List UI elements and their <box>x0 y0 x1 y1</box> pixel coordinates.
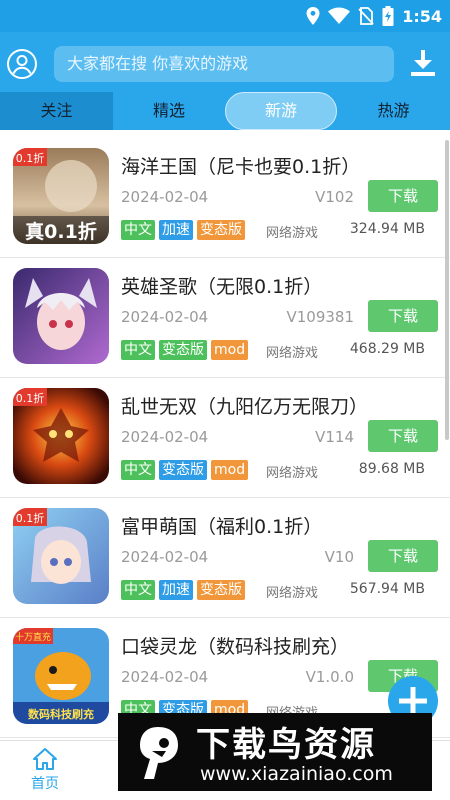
game-title[interactable]: 口袋灵龙（数码科技刷充） <box>121 632 349 659</box>
file-size: 567.94 MB <box>349 581 425 597</box>
game-category: 网络游戏 <box>266 586 319 601</box>
tag-badge: 中文 <box>121 580 155 600</box>
status-time: 1:54 <box>402 6 442 26</box>
game-title[interactable]: 英雄圣歌（无限0.1折） <box>121 272 322 299</box>
watermark-title: 下载鸟资源 <box>196 725 376 765</box>
game-icon[interactable] <box>13 268 109 364</box>
release-date: 2024-02-04 <box>121 668 209 686</box>
nav-home-label: 首页 <box>31 776 59 792</box>
game-title[interactable]: 富甲萌国（福利0.1折） <box>121 512 322 539</box>
download-button[interactable]: 下载 <box>368 540 438 572</box>
game-icon[interactable]: 0.1折 真0.1折 <box>13 148 109 244</box>
bird-logo-icon <box>140 727 178 779</box>
tag-badge: mod <box>211 460 249 480</box>
list-scrollbar[interactable] <box>445 140 449 440</box>
battery-charging-icon <box>382 6 394 26</box>
game-icon[interactable]: 十万直充 数码科技刷充 <box>13 628 109 724</box>
game-title[interactable]: 乱世无双（九阳亿万无限刀） <box>121 392 368 419</box>
download-icon[interactable] <box>410 49 436 77</box>
no-sim-icon <box>358 7 374 25</box>
icon-text: 数码科技刷充 <box>28 707 94 721</box>
release-date: 2024-02-04 <box>121 548 209 566</box>
game-list-item[interactable]: 英雄圣歌（无限0.1折） 2024-02-04 V109381 下载 中文 变态… <box>0 258 450 378</box>
game-icon[interactable]: 0.1折 <box>13 508 109 604</box>
tag-badge: 加速 <box>159 580 193 600</box>
download-button[interactable]: 下载 <box>368 180 438 212</box>
download-button[interactable]: 下载 <box>368 420 438 452</box>
tag-badge: 中文 <box>121 220 155 240</box>
game-list-item[interactable]: 0.1折 真0.1折 海洋王国（尼卡也要0.1折） 2024-02-04 V10… <box>0 138 450 258</box>
icon-badge: 0.1折 <box>16 391 45 405</box>
tag-badge: mod <box>211 340 249 360</box>
game-title[interactable]: 海洋王国（尼卡也要0.1折） <box>121 152 360 179</box>
game-list: 0.1折 真0.1折 海洋王国（尼卡也要0.1折） 2024-02-04 V10… <box>0 138 450 740</box>
game-version: V114 <box>315 428 354 446</box>
watermark-url: www.xiazainiao.com <box>200 763 393 785</box>
game-version: V1.0.0 <box>305 668 354 686</box>
home-icon <box>33 748 57 770</box>
tab-follow[interactable]: 关注 <box>0 92 113 130</box>
tag-badge: 中文 <box>121 340 155 360</box>
file-size: 468.29 MB <box>349 341 425 357</box>
game-version: V10 <box>324 548 354 566</box>
tag-badge: 变态版 <box>159 340 207 360</box>
watermark-banner: 下载鸟资源 www.xiazainiao.com <box>118 713 432 791</box>
status-bar: 1:54 <box>0 0 450 32</box>
tag-badge: 变态版 <box>159 460 207 480</box>
tag-list: 中文 变态版 mod <box>121 460 249 480</box>
top-header: 大家都在搜 你喜欢的游戏 <box>0 32 450 92</box>
download-button[interactable]: 下载 <box>368 300 438 332</box>
tab-new-games-label: 新游 <box>225 92 337 130</box>
icon-badge: 0.1折 <box>16 151 45 165</box>
file-size: 89.68 MB <box>358 461 425 477</box>
game-category: 网络游戏 <box>266 466 319 481</box>
release-date: 2024-02-04 <box>121 188 209 206</box>
icon-text: 真0.1折 <box>25 220 97 243</box>
game-icon[interactable]: 0.1折 <box>13 388 109 484</box>
release-date: 2024-02-04 <box>121 428 209 446</box>
game-category: 网络游戏 <box>266 226 319 241</box>
tag-list: 中文 变态版 mod <box>121 340 249 360</box>
game-category: 网络游戏 <box>266 346 319 361</box>
wifi-icon <box>328 7 351 24</box>
tag-badge: 变态版 <box>197 220 245 240</box>
release-date: 2024-02-04 <box>121 308 209 326</box>
tag-badge: 加速 <box>159 220 193 240</box>
tab-featured[interactable]: 精选 <box>113 92 225 130</box>
game-list-item[interactable]: 0.1折 富甲萌国（福利0.1折） 2024-02-04 V10 下载 中文 加… <box>0 498 450 618</box>
user-icon[interactable] <box>6 48 38 80</box>
icon-badge: 0.1折 <box>16 511 45 525</box>
search-input[interactable]: 大家都在搜 你喜欢的游戏 <box>54 46 394 82</box>
status-icons: 1:54 <box>306 5 442 27</box>
tab-hot-games[interactable]: 热游 <box>337 92 450 130</box>
tag-badge: 中文 <box>121 460 155 480</box>
tag-list: 中文 加速 变态版 <box>121 580 245 600</box>
tab-new-games[interactable]: 新游 <box>225 92 337 130</box>
tag-list: 中文 加速 变态版 <box>121 220 245 240</box>
file-size: 324.94 MB <box>349 221 425 237</box>
location-icon <box>306 7 320 25</box>
game-list-item[interactable]: 0.1折 乱世无双（九阳亿万无限刀） 2024-02-04 V114 下载 中文… <box>0 378 450 498</box>
nav-home[interactable]: 首页 <box>15 747 75 797</box>
category-tabs: 关注 精选 新游 热游 <box>0 92 450 130</box>
game-version: V102 <box>315 188 354 206</box>
game-version: V109381 <box>286 308 354 326</box>
icon-badge: 十万直充 <box>15 631 51 643</box>
tag-badge: 变态版 <box>197 580 245 600</box>
